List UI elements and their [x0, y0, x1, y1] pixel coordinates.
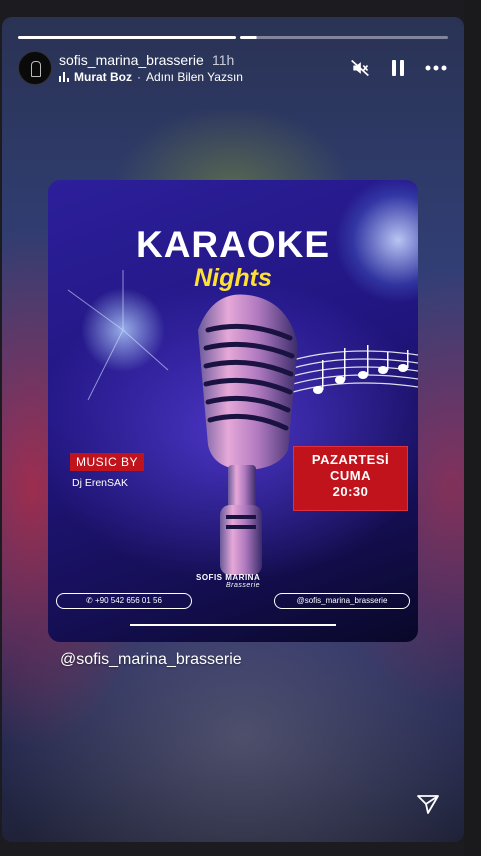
phone-pill: ✆ +90 542 656 01 56: [56, 593, 192, 609]
brand-name: SOFIS MARINA: [196, 573, 261, 582]
post-time: 11h: [212, 52, 235, 68]
schedule-day-1: PAZARTESİ: [311, 452, 390, 467]
speaker-muted-icon: [351, 59, 369, 77]
pause-icon: [392, 60, 404, 76]
username-link[interactable]: sofis_marina_brasserie: [59, 52, 204, 68]
story-controls: [348, 56, 448, 80]
music-artist: Murat Boz: [74, 70, 132, 84]
music-track: Adını Bilen Yazsın: [146, 70, 243, 84]
instagram-handle: @sofis_marina_brasserie: [296, 596, 388, 605]
schedule-box: PAZARTESİ CUMA 20:30: [293, 446, 408, 511]
instagram-pill: @sofis_marina_brasserie: [274, 593, 410, 609]
dj-name: Dj ErenSAK: [72, 477, 129, 489]
schedule-time: 20:30: [332, 484, 369, 499]
music-bars-icon: [59, 72, 69, 82]
progress-segment-2: [240, 36, 448, 39]
story-progress: [18, 36, 448, 39]
karaoke-poster: KARAOKE Nights MUSIC BY Dj ErenSAK PAZAR…: [48, 180, 418, 642]
music-attribution[interactable]: Murat Boz · Adını Bilen Yazsın: [59, 70, 243, 84]
progress-segment-1: [18, 36, 236, 39]
more-options-icon: [425, 65, 447, 71]
music-separator: ·: [137, 70, 141, 84]
poster-subtitle: Nights: [194, 264, 272, 292]
pause-button[interactable]: [386, 56, 410, 80]
mention-sticker[interactable]: @sofis_marina_brasserie: [60, 651, 242, 669]
divider-line: [130, 624, 336, 626]
story-viewer[interactable]: sofis_marina_brasserie 11h Murat Boz · A…: [2, 17, 464, 842]
send-icon: [417, 795, 439, 814]
brand-logo: SOFIS MARINA Brasserie: [196, 573, 260, 589]
avatar[interactable]: [18, 51, 52, 85]
music-by-label: MUSIC BY: [70, 453, 145, 471]
share-button[interactable]: [416, 792, 440, 816]
brand-sub: Brasserie: [226, 582, 261, 589]
story-header: sofis_marina_brasserie 11h Murat Boz · A…: [18, 50, 448, 86]
side-scrollbar-area: [464, 0, 481, 856]
phone-number: +90 542 656 01 56: [94, 596, 162, 605]
schedule-day-2: CUMA: [330, 468, 371, 483]
phone-icon: ✆: [86, 596, 95, 605]
poster-title: KARAOKE: [135, 224, 331, 265]
more-options-button[interactable]: [424, 56, 448, 80]
mute-button[interactable]: [348, 56, 372, 80]
